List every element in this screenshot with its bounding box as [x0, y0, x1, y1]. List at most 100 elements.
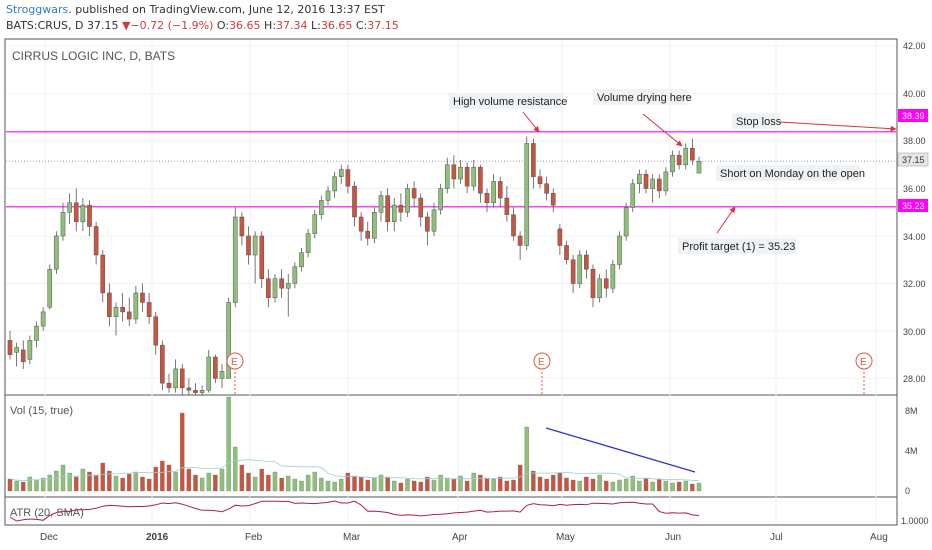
candle: [444, 157, 450, 194]
xtick-jul: Jul: [770, 532, 783, 543]
candle-body: [305, 233, 311, 253]
candle-body: [126, 311, 132, 320]
candle: [676, 150, 682, 170]
candle: [186, 378, 192, 395]
earnings-marker-2[interactable]: E: [533, 352, 551, 394]
candle: [312, 209, 318, 239]
annotation-text: Volume drying here: [597, 92, 692, 104]
volume-bar: [577, 480, 582, 492]
volume-bar: [491, 478, 496, 492]
candle-body: [372, 212, 377, 239]
candle-body: [630, 183, 636, 208]
candle-body: [266, 278, 271, 298]
ytick-34: 34.00: [903, 232, 926, 242]
volume-bar: [478, 474, 483, 492]
candle: [7, 330, 13, 360]
volume-bar: [127, 473, 132, 492]
volume-bar: [93, 474, 99, 492]
candle-body: [365, 230, 371, 239]
candle: [365, 221, 371, 246]
candle: [146, 292, 152, 324]
volume-trendline[interactable]: [545, 427, 696, 473]
annotation-high-volume[interactable]: High volume resistance: [449, 93, 567, 133]
candle: [87, 200, 92, 236]
candle-body: [199, 390, 205, 393]
candle: [431, 202, 437, 236]
volume-bar: [537, 476, 543, 492]
xtick-feb: Feb: [245, 532, 263, 543]
candle: [544, 176, 549, 201]
candle-body: [352, 185, 357, 218]
candle-body: [444, 164, 450, 189]
volume-bar: [438, 474, 443, 492]
candle: [67, 193, 72, 225]
volume-bar: [498, 476, 503, 492]
earnings-marker-3[interactable]: E: [855, 352, 873, 394]
candle: [451, 155, 457, 189]
ytick-36: 36.00: [903, 184, 926, 194]
candle-body: [87, 204, 92, 227]
candle: [537, 169, 543, 189]
candle-body: [146, 302, 152, 317]
candle-body: [458, 166, 463, 180]
volume-bar: [325, 480, 331, 492]
volume-bar: [60, 464, 66, 492]
volume-bar: [517, 464, 523, 492]
candle: [305, 228, 311, 258]
candle-body: [166, 382, 172, 389]
candle: [491, 174, 496, 208]
candle: [511, 207, 516, 241]
volume-bar: [180, 412, 185, 492]
candle-body: [292, 266, 298, 284]
candle: [332, 171, 337, 199]
annotation-text: Profit target (1) = 35.23: [682, 241, 795, 253]
chart-canvas[interactable]: CIRRUS LOGIC INC, D, BATS Vol (15, true)…: [0, 0, 932, 550]
candle-body: [617, 235, 622, 265]
volume-bar: [206, 472, 211, 492]
volume-bar: [34, 479, 39, 492]
candle-body: [378, 195, 384, 213]
volume-bar: [564, 477, 569, 492]
candle-body: [484, 193, 490, 204]
volume-bar: [657, 478, 662, 492]
candle: [696, 156, 702, 174]
volume-bar: [610, 481, 616, 492]
volume-bar: [604, 480, 609, 492]
volume-bar: [676, 481, 682, 492]
candle-body: [431, 209, 437, 232]
candle-body: [140, 292, 145, 303]
annotation-arrow: [716, 206, 736, 234]
ytick-30: 30.00: [903, 327, 926, 337]
candle: [438, 183, 443, 215]
candle: [418, 193, 424, 227]
pane-frames: [4, 38, 898, 526]
volume-bar: [173, 471, 178, 492]
annotation-profit-target[interactable]: Profit target (1) = 35.23: [678, 206, 796, 254]
candle-body: [418, 197, 424, 218]
volume-bar: [670, 482, 675, 492]
candle-body: [80, 204, 86, 222]
candle: [623, 202, 629, 241]
annotation-short[interactable]: Short on Monday on the open: [716, 165, 865, 181]
vol-tick-4m: 4M: [905, 446, 918, 456]
annotation-arrow: [522, 111, 540, 133]
candle-body: [497, 181, 503, 199]
candle: [279, 269, 284, 298]
annotation-volume-drying[interactable]: Volume drying here: [593, 89, 692, 147]
candle-body: [246, 235, 251, 256]
annotation-stop-loss[interactable]: Stop loss: [732, 113, 897, 132]
candle-body: [411, 188, 417, 199]
volume-bar: [557, 472, 563, 492]
volume-bar: [266, 474, 271, 492]
candle-body: [27, 340, 33, 360]
candle-body: [40, 311, 46, 327]
candle-body: [14, 347, 19, 353]
volume-bar: [524, 426, 529, 492]
volume-bar: [47, 474, 52, 492]
candle: [564, 240, 569, 265]
candle: [405, 183, 410, 217]
volume-bar: [193, 474, 198, 492]
candle: [484, 188, 490, 213]
volume-bar: [272, 471, 278, 492]
volume-bars: [7, 396, 702, 492]
